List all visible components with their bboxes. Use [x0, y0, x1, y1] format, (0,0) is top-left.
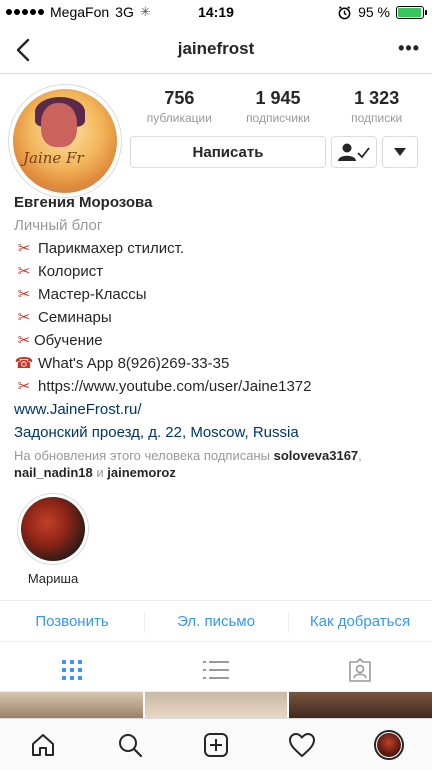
post-thumbnail[interactable]: [144, 692, 288, 718]
post-grid-peek: [0, 692, 432, 718]
profile-username: jainefrost: [177, 39, 255, 58]
followed-by-text[interactable]: На обновления этого человека подписаны s…: [14, 447, 424, 481]
scissors-icon: ✂: [17, 332, 31, 349]
add-post-icon: [204, 732, 229, 757]
followed-by-user[interactable]: nail_nadin18: [14, 465, 93, 480]
person-check-icon: [338, 143, 370, 161]
stat-posts-label: публикации: [146, 111, 212, 125]
directions-button[interactable]: Как добраться: [288, 601, 432, 641]
followed-by-separator: ,: [358, 448, 362, 463]
profile-avatar-icon: [373, 729, 404, 760]
stat-followers-label: подписчики: [246, 111, 310, 125]
scissors-icon: ✂: [17, 240, 31, 257]
followed-by-prefix: На обновления этого человека подписаны: [14, 448, 274, 463]
followed-by-and: и: [92, 465, 108, 480]
youtube-text: https://www.youtube.com/user/Jaine1372: [38, 378, 312, 395]
highlight-ring: [17, 493, 89, 565]
bottom-tab-bar: [0, 718, 432, 770]
bio-line-whatsapp: ☎ What's App 8(926)269-33-35: [14, 352, 424, 375]
bio-line: ✂ Семинары: [14, 306, 424, 329]
bio-line-youtube: ✂ https://www.youtube.com/user/Jaine1372: [14, 375, 424, 398]
stat-posts[interactable]: 756 публикации: [130, 88, 229, 125]
battery-icon: [396, 5, 427, 19]
bio-line: ✂ Парикмахер стилист.: [14, 237, 424, 260]
full-name: Евгения Морозова: [14, 194, 153, 211]
suggestions-dropdown-button[interactable]: [382, 136, 418, 168]
search-icon: [118, 733, 142, 757]
profile-stats: 756 публикации 1 945 подписчики 1 323 по…: [130, 88, 426, 125]
stat-following-label: подписки: [351, 111, 403, 125]
status-bar: MegaFon 3G ✳ 14:19 95 %: [0, 0, 432, 26]
followed-by-user[interactable]: jainemoroz: [107, 465, 176, 480]
stat-followers-value: 1 945: [255, 88, 301, 108]
stat-posts-value: 756: [164, 88, 195, 108]
scissors-icon: ✂: [17, 309, 31, 326]
followed-by-user[interactable]: soloveva3167: [274, 448, 359, 463]
website-link[interactable]: www.JaineFrost.ru/: [14, 398, 424, 421]
highlight-image: [21, 497, 85, 561]
bio-line: ✂ Мастер-Классы: [14, 283, 424, 306]
avatar-logo-text: Jaine Fr: [23, 149, 84, 167]
scissors-icon: ✂: [17, 286, 31, 303]
battery-percent: 95 %: [358, 4, 390, 20]
bio-line-text: Колорист: [38, 263, 104, 280]
profile-avatar[interactable]: Jaine Fr: [8, 84, 122, 198]
scissors-icon: ✂: [17, 263, 31, 280]
nav-home[interactable]: [0, 719, 86, 770]
nav-profile[interactable]: [346, 719, 432, 770]
email-button[interactable]: Эл. письмо: [144, 601, 288, 641]
bio-line-text: Обучение: [34, 332, 103, 349]
profile-header: jainefrost •••: [0, 26, 432, 74]
tab-list[interactable]: [144, 648, 288, 691]
profile-view-tabs: [0, 648, 432, 692]
more-horizontal-icon[interactable]: •••: [398, 38, 420, 59]
avatar-image: Jaine Fr: [13, 89, 117, 193]
heart-icon: [289, 732, 316, 757]
nav-new-post[interactable]: [173, 719, 259, 770]
contact-bar: Позвонить Эл. письмо Как добраться: [0, 600, 432, 642]
message-button[interactable]: Написать: [130, 136, 326, 168]
caret-down-icon: [394, 148, 406, 156]
status-right: 95 %: [337, 4, 427, 20]
stat-following-value: 1 323: [354, 88, 400, 108]
whatsapp-text: What's App 8(926)269-33-35: [38, 355, 230, 372]
nav-activity[interactable]: [259, 719, 345, 770]
alarm-icon: [338, 5, 351, 19]
scissors-icon: ✂: [17, 378, 31, 395]
bio-line-text: Парикмахер стилист.: [38, 240, 185, 257]
nav-search[interactable]: [86, 719, 172, 770]
following-button[interactable]: [331, 136, 377, 168]
stat-followers[interactable]: 1 945 подписчики: [229, 88, 328, 125]
call-button[interactable]: Позвонить: [0, 601, 144, 641]
bio-line-text: Семинары: [38, 309, 112, 326]
address-link[interactable]: Задонский проезд, д. 22, Moscow, Russia: [14, 421, 424, 444]
tagged-person-icon: [349, 657, 371, 682]
bio-line: ✂ Колорист: [14, 260, 424, 283]
grid-icon: [62, 659, 82, 680]
post-thumbnail[interactable]: [0, 692, 143, 718]
account-category: Личный блог: [14, 217, 103, 234]
tab-grid[interactable]: [0, 648, 144, 691]
battery-fill: [398, 7, 421, 17]
highlight-label: Мариша: [27, 571, 79, 586]
tab-tagged[interactable]: [288, 648, 432, 691]
stat-following[interactable]: 1 323 подписки: [327, 88, 426, 125]
home-icon: [32, 733, 55, 756]
story-highlight[interactable]: Мариша: [17, 493, 89, 586]
bio-line: ✂ Обучение: [14, 329, 424, 352]
post-thumbnail[interactable]: [289, 692, 432, 718]
bio-line-text: Мастер-Классы: [38, 286, 147, 303]
list-icon: [203, 660, 229, 679]
profile-bio: Евгения Морозова Личный блог ✂ Парикмахер…: [14, 191, 424, 481]
telephone-icon: ☎: [14, 355, 34, 372]
